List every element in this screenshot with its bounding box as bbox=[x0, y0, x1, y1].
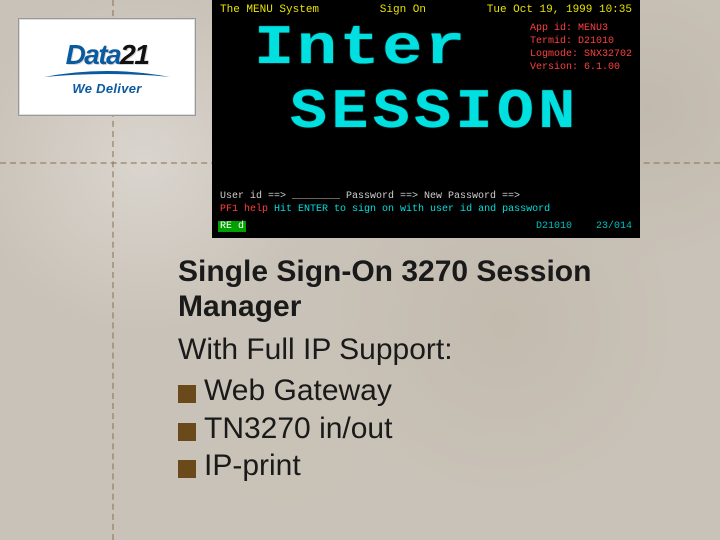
list-item: TN3270 in/out bbox=[178, 410, 678, 448]
terminal-status: D21010 23/014 bbox=[536, 221, 632, 232]
terminal-meta-version: Version: 6.1.00 bbox=[530, 61, 632, 74]
terminal-body: Inter SESSION App id: MENU3 Termid: D210… bbox=[214, 16, 638, 234]
logo-swoosh-icon bbox=[42, 69, 172, 81]
terminal-screenshot: The MENU System Sign On Tue Oct 19, 1999… bbox=[212, 0, 640, 238]
bullet-square-icon bbox=[178, 385, 196, 403]
terminal-hint-line: PF1 help Hit ENTER to sign on with user … bbox=[220, 203, 632, 216]
terminal-input-line: User id ==> ________ Password ==> New Pa… bbox=[220, 190, 632, 203]
list-item: IP-print bbox=[178, 447, 678, 485]
terminal-meta: App id: MENU3 Termid: D21010 Logmode: SN… bbox=[530, 22, 632, 74]
terminal-termid: D21010 bbox=[536, 221, 572, 232]
logo-brand-21: 21 bbox=[120, 39, 148, 71]
terminal-pf-key: PF1 help bbox=[220, 204, 268, 215]
terminal-header-center: Sign On bbox=[380, 4, 426, 16]
list-item: Web Gateway bbox=[178, 372, 678, 410]
content-block: Single Sign-On 3270 Session Manager With… bbox=[178, 254, 678, 485]
logo-brand: Data21 bbox=[66, 39, 149, 71]
bullet-label: TN3270 in/out bbox=[204, 410, 392, 448]
bullet-label: Web Gateway bbox=[204, 372, 392, 410]
terminal-title-session: SESSION bbox=[290, 84, 580, 140]
terminal-header-right: Tue Oct 19, 1999 10:35 bbox=[487, 4, 632, 16]
logo-card: Data21 We Deliver bbox=[18, 18, 196, 116]
bullet-square-icon bbox=[178, 423, 196, 441]
bullet-square-icon bbox=[178, 460, 196, 478]
terminal-header: The MENU System Sign On Tue Oct 19, 1999… bbox=[214, 2, 638, 16]
terminal-header-left: The MENU System bbox=[220, 4, 319, 16]
terminal-hint-text: Hit ENTER to sign on with user id and pa… bbox=[274, 204, 550, 215]
bullet-label: IP-print bbox=[204, 447, 301, 485]
logo-brand-data: Data bbox=[66, 39, 121, 71]
terminal-cmd: RE d bbox=[218, 221, 246, 232]
page-title: Single Sign-On 3270 Session Manager bbox=[178, 254, 678, 325]
terminal-meta-app: App id: MENU3 bbox=[530, 22, 632, 35]
logo-tagline: We Deliver bbox=[72, 81, 141, 96]
terminal-meta-term: Termid: D21010 bbox=[530, 35, 632, 48]
terminal-meta-logmode: Logmode: SNX32702 bbox=[530, 48, 632, 61]
terminal-cursor-pos: 23/014 bbox=[596, 221, 632, 232]
terminal-input-area: User id ==> ________ Password ==> New Pa… bbox=[220, 190, 632, 216]
terminal-title-inter: Inter bbox=[254, 20, 468, 76]
page-subtitle: With Full IP Support: bbox=[178, 331, 678, 369]
